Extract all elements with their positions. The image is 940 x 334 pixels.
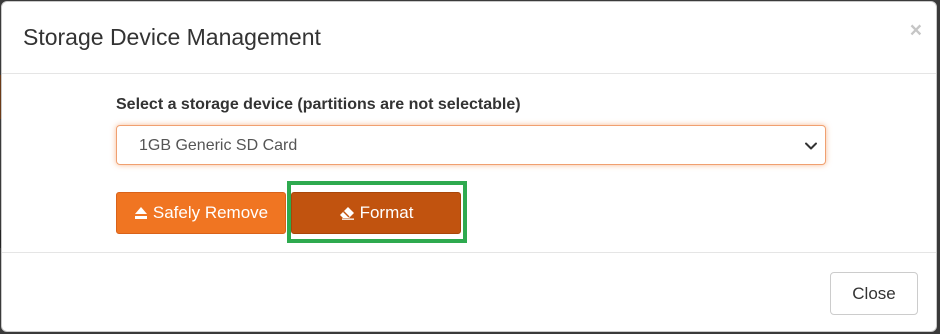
storage-modal: Storage Device Management × Select a sto…: [1, 1, 937, 332]
storage-device-select[interactable]: 1GB Generic SD Card: [116, 125, 826, 165]
modal-title: Storage Device Management: [23, 24, 321, 50]
device-select-label: Select a storage device (partitions are …: [116, 96, 521, 113]
modal-header: Storage Device Management ×: [2, 2, 936, 74]
close-icon[interactable]: ×: [910, 20, 922, 41]
eraser-icon: [339, 206, 355, 220]
selected-device: 1GB Generic SD Card: [139, 137, 298, 154]
close-button[interactable]: Close: [830, 272, 918, 315]
safely-remove-label: Safely Remove: [152, 203, 269, 222]
format-button[interactable]: Format: [291, 192, 461, 234]
eject-icon: [134, 206, 148, 220]
modal-body: Select a storage device (partitions are …: [2, 74, 936, 252]
chevron-down-icon: [805, 142, 817, 150]
format-label: Format: [359, 203, 414, 222]
modal-footer: Close: [2, 252, 936, 331]
safely-remove-button[interactable]: Safely Remove: [116, 192, 286, 234]
